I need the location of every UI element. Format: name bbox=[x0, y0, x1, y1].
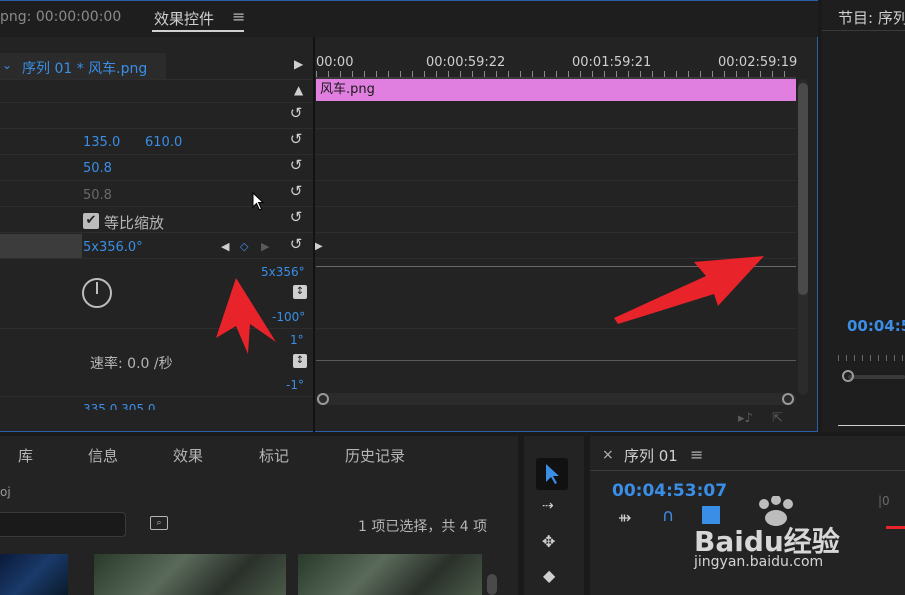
scale-width-value: 50.8 bbox=[83, 188, 112, 203]
active-tab-underline bbox=[152, 30, 244, 32]
media-thumbnail-3[interactable] bbox=[298, 554, 482, 595]
annotation-arrow-right bbox=[614, 256, 764, 324]
mouse-cursor-icon bbox=[252, 192, 265, 211]
tick-label-1: 00:00:59:22 bbox=[426, 55, 506, 70]
add-keyframe-icon[interactable]: ◇ bbox=[240, 240, 248, 253]
sequence-tab[interactable]: 序列 01 bbox=[624, 445, 678, 466]
project-label: oj bbox=[0, 485, 11, 499]
razor-tool-icon[interactable]: ◆ bbox=[543, 566, 555, 585]
search-input[interactable] bbox=[0, 512, 126, 537]
panel-menu-icon[interactable]: ≡ bbox=[232, 7, 245, 26]
selection-tool-icon[interactable] bbox=[544, 463, 560, 485]
program-ruler[interactable] bbox=[838, 355, 905, 361]
export-icon[interactable]: ⇱ bbox=[772, 411, 783, 426]
sequence-menu-icon[interactable]: ≡ bbox=[690, 445, 703, 464]
collapse-chevron-icon[interactable]: ⌄ bbox=[2, 58, 12, 72]
timeline-clip[interactable]: 风车.png bbox=[316, 79, 796, 101]
sequence-header-divider bbox=[590, 470, 905, 471]
media-thumbnail-2[interactable] bbox=[94, 554, 286, 595]
library-scroll-thumb[interactable] bbox=[487, 574, 497, 595]
velocity-stepper-icon[interactable]: ↕ bbox=[293, 354, 307, 368]
snap-magnet-icon[interactable]: ∩ bbox=[662, 506, 674, 526]
watermark-url: jingyan.baidu.com bbox=[694, 554, 824, 570]
baidu-watermark: Baidu经验 jingyan.baidu.com bbox=[694, 496, 900, 576]
velocity-graph-line bbox=[316, 360, 796, 361]
program-timecode[interactable]: 00:04:5 bbox=[847, 317, 905, 335]
timeline-marker-icon: ▶ bbox=[315, 241, 323, 252]
reset-rotation-icon[interactable]: ↺ bbox=[287, 236, 305, 252]
tab-history[interactable]: 历史记录 bbox=[345, 445, 405, 466]
expand-timeline-icon[interactable]: ▶ bbox=[294, 57, 303, 71]
program-monitor-panel: 节目: 序列 00:04:5 bbox=[822, 0, 905, 432]
tab-effect-controls[interactable]: 效果控件 bbox=[154, 8, 214, 29]
vertical-scroll-thumb[interactable] bbox=[798, 83, 808, 295]
track-select-icon[interactable]: ⇢ bbox=[542, 498, 554, 514]
scale-value[interactable]: 50.8 bbox=[83, 161, 112, 176]
program-monitor-title[interactable]: 节目: 序列 bbox=[838, 7, 905, 28]
next-keyframe-icon[interactable]: ▶ bbox=[261, 240, 269, 253]
tab-info[interactable]: 信息 bbox=[88, 445, 118, 466]
uniform-scale-checkbox[interactable]: ✔ bbox=[83, 213, 99, 229]
ripple-edit-icon[interactable]: ✥ bbox=[542, 532, 555, 551]
rotation-value[interactable]: 5x356.0° bbox=[83, 240, 143, 255]
timeline-ruler[interactable]: 00:00 00:00:59:22 00:01:59:21 00:02:59:1… bbox=[316, 51, 802, 77]
selection-status: 1 项已选择，共 4 项 bbox=[358, 519, 488, 535]
find-icon[interactable]: ⌕ bbox=[150, 516, 168, 530]
program-zoom-handle[interactable] bbox=[842, 370, 854, 382]
program-scrollbar[interactable] bbox=[848, 375, 905, 379]
tools-panel: ⇢ ✥ ◆ bbox=[524, 436, 584, 595]
rotation-row-highlight bbox=[0, 234, 82, 258]
zoom-handle-left[interactable] bbox=[317, 393, 329, 405]
tab-effects[interactable]: 效果 bbox=[173, 445, 203, 466]
reset-icon[interactable]: ↺ bbox=[287, 105, 305, 121]
uniform-scale-label: 等比缩放 bbox=[104, 214, 165, 232]
tick-label-3: 00:02:59:19 bbox=[718, 55, 798, 70]
velocity-min: -1° bbox=[286, 378, 304, 392]
zoom-handle-right[interactable] bbox=[782, 393, 794, 405]
program-header-divider bbox=[822, 30, 905, 31]
position-x-value[interactable]: 135.0 bbox=[83, 135, 120, 150]
horizontal-scrollbar[interactable] bbox=[316, 393, 796, 405]
tick-label-0: 00:00 bbox=[316, 55, 354, 70]
reset-uniform-icon[interactable]: ↺ bbox=[287, 209, 305, 225]
anchor-partial-value[interactable]: 335.0 305.0 bbox=[83, 402, 156, 410]
library-panel: 库 信息 效果 标记 历史记录 oj ⌕ 1 项已选择，共 4 项 bbox=[0, 436, 518, 595]
velocity-max: 1° bbox=[290, 333, 304, 347]
tab-library[interactable]: 库 bbox=[18, 445, 33, 466]
reset-scale-width-icon[interactable]: ↺ bbox=[287, 183, 305, 199]
annotation-arrow-up bbox=[216, 278, 276, 354]
close-tab-icon[interactable]: × bbox=[602, 447, 614, 463]
position-y-value[interactable]: 610.0 bbox=[145, 135, 182, 150]
effect-controls-panel: png: 00:00:00:00 效果控件 ≡ ⌄ 序列 01 * 风车.png… bbox=[0, 0, 818, 433]
effect-controls-tabbar: png: 00:00:00:00 效果控件 ≡ bbox=[0, 1, 818, 37]
nest-icon[interactable]: ⇻ bbox=[618, 508, 631, 527]
prev-keyframe-icon[interactable]: ◀ bbox=[221, 240, 229, 253]
tick-label-2: 00:01:59:21 bbox=[572, 55, 652, 70]
rotation-stepper-icon[interactable]: ↕ bbox=[293, 285, 307, 299]
sequence-path: 序列 01 * 风车.png bbox=[22, 61, 148, 77]
scroll-up-icon[interactable]: ▲ bbox=[294, 83, 303, 97]
tab-markers[interactable]: 标记 bbox=[259, 445, 289, 466]
reset-position-icon[interactable]: ↺ bbox=[287, 131, 305, 147]
panel-divider[interactable] bbox=[313, 37, 315, 433]
source-timecode: png: 00:00:00:00 bbox=[0, 9, 122, 25]
rotation-dial-needle bbox=[96, 282, 98, 294]
program-bottom-line bbox=[838, 425, 905, 426]
reset-scale-icon[interactable]: ↺ bbox=[287, 157, 305, 173]
media-thumbnail-1[interactable] bbox=[0, 554, 68, 595]
velocity-label: 速率: 0.0 /秒 bbox=[90, 356, 173, 372]
audio-icon[interactable]: ▸♪ bbox=[738, 411, 753, 426]
